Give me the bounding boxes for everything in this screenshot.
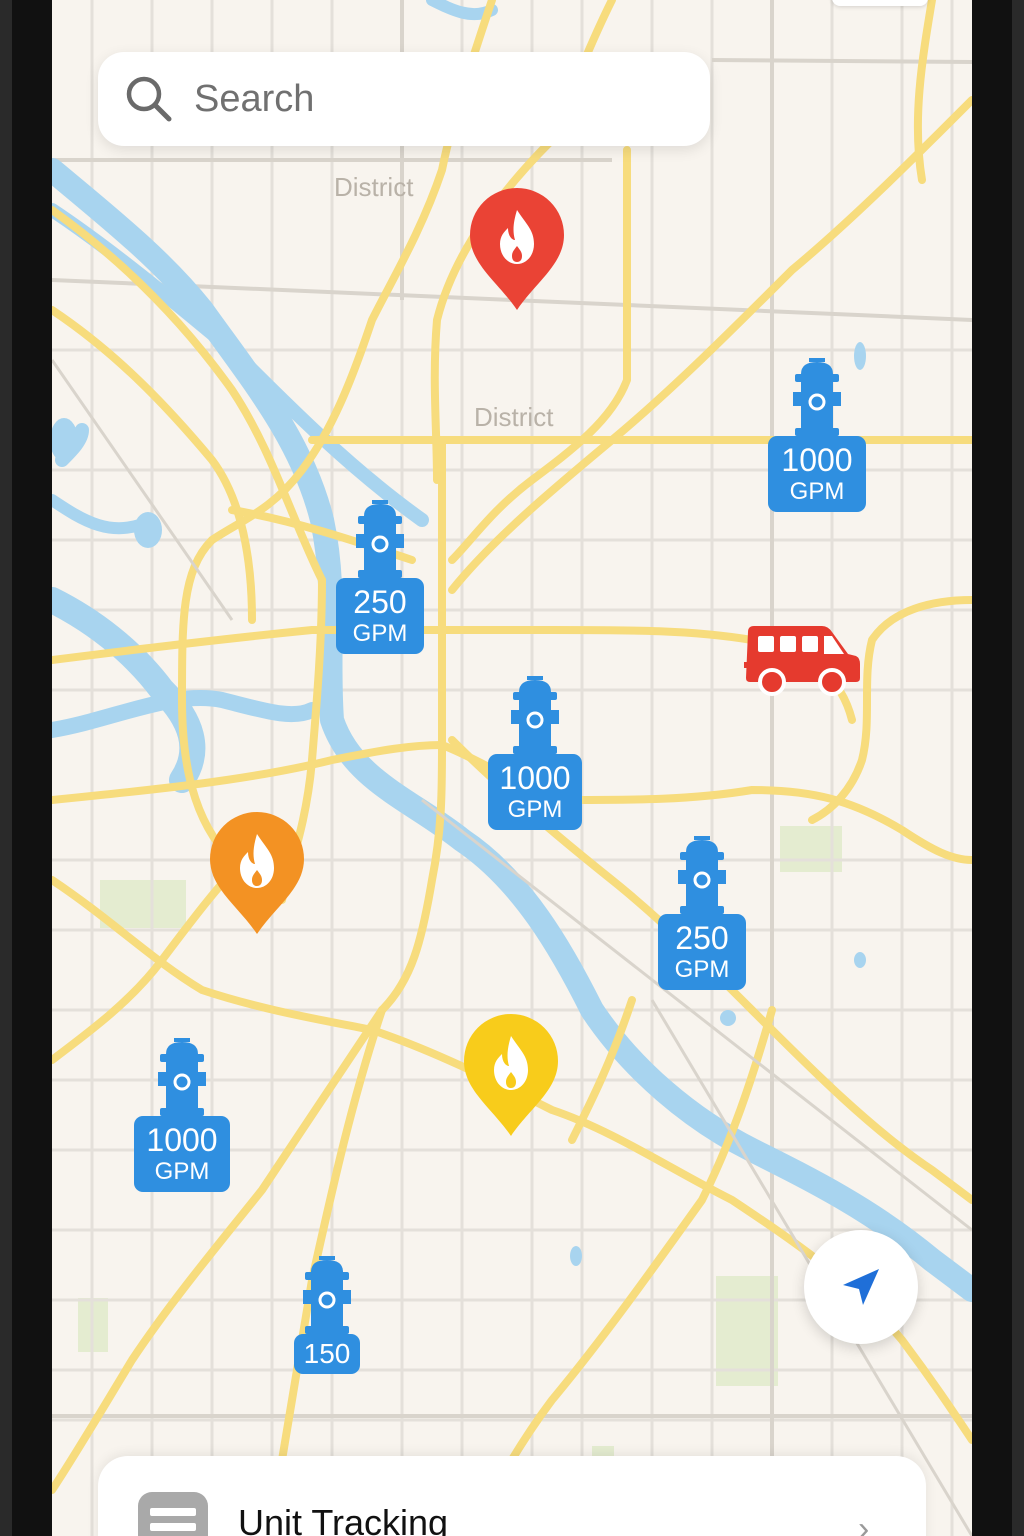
hydrant-flow-unit: GPM — [507, 796, 563, 823]
list-icon — [138, 1492, 208, 1536]
hydrant-marker[interactable]: 250 GPM — [658, 828, 746, 990]
hydrant-icon — [511, 676, 559, 754]
phone-frame: District District Search 1000 GPM 250 GP… — [0, 0, 1024, 1536]
hydrant-icon — [158, 1038, 206, 1116]
hydrant-flow-tag: 250 GPM — [658, 914, 746, 990]
hydrant-marker[interactable]: 1000 GPM — [488, 668, 582, 830]
hydrant-flow-value: 1000 — [146, 1122, 218, 1158]
incident-pin-low[interactable] — [462, 1012, 560, 1138]
search-placeholder: Search — [194, 77, 315, 120]
incident-pin-high[interactable] — [468, 186, 566, 312]
hydrant-flow-unit: GPM — [154, 1158, 210, 1185]
hydrant-icon — [793, 358, 841, 436]
navigation-arrow-icon — [843, 1269, 879, 1305]
hydrant-flow-value: 1000 — [499, 760, 571, 796]
hydrant-icon — [303, 1256, 351, 1334]
unit-tracking-label: Unit Tracking — [238, 1502, 449, 1536]
hydrant-marker[interactable]: 1000 GPM — [134, 1030, 230, 1192]
district-label-center: District — [474, 402, 554, 432]
hydrant-flow-unit: GPM — [352, 620, 408, 647]
hydrant-flow-unit: GPM — [789, 478, 845, 505]
search-icon — [126, 76, 172, 122]
hydrant-flow-unit: GPM — [674, 956, 730, 983]
hydrant-flow-value: 150 — [303, 1338, 351, 1369]
fire-truck-icon[interactable] — [744, 622, 862, 696]
map-screen[interactable]: District District Search 1000 GPM 250 GP… — [52, 0, 972, 1536]
hydrant-icon — [356, 500, 404, 578]
hydrant-flow-tag: 1000 GPM — [768, 436, 866, 512]
hydrant-flow-tag: 250 GPM — [336, 578, 424, 654]
hydrant-flow-value: 250 — [675, 920, 729, 956]
hydrant-flow-tag: 1000 GPM — [134, 1116, 230, 1192]
unit-tracking-card[interactable]: Unit Tracking › — [98, 1456, 926, 1536]
locate-me-button[interactable] — [804, 1230, 918, 1344]
hydrant-icon — [678, 836, 726, 914]
district-label-top: District — [334, 172, 414, 202]
hydrant-flow-value: 250 — [353, 584, 407, 620]
hydrant-marker[interactable]: 250 GPM — [336, 492, 424, 654]
hydrant-flow-tag: 1000 GPM — [488, 754, 582, 830]
hydrant-marker[interactable]: 1000 GPM — [768, 350, 866, 512]
status-indicator — [832, 0, 928, 6]
hydrant-flow-value: 1000 — [781, 442, 853, 478]
incident-pin-medium[interactable] — [208, 810, 306, 936]
phone-bezel-left — [0, 0, 12, 1536]
search-bar[interactable]: Search — [98, 52, 710, 146]
hydrant-flow-tag: 150 — [294, 1334, 360, 1374]
phone-bezel-right — [1012, 0, 1024, 1536]
hydrant-marker[interactable]: 150 — [294, 1248, 360, 1374]
chevron-right-icon: › — [858, 1510, 870, 1536]
